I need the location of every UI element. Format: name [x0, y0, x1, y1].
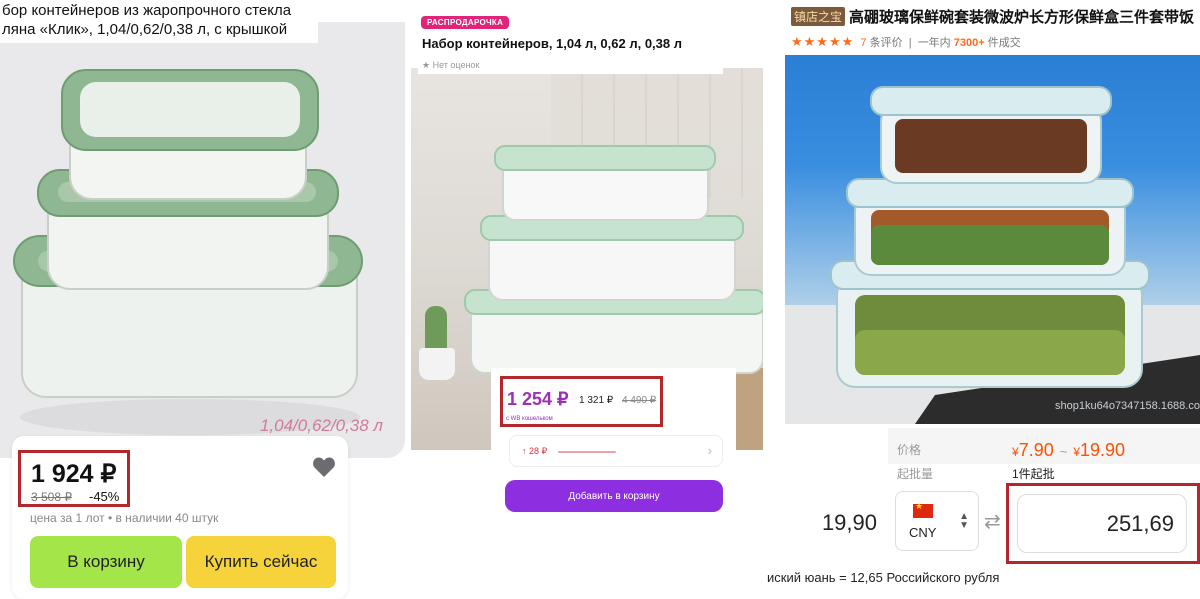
title-line: 镇店之宝 高硼玻璃保鲜碗套装微波炉长方形保鲜盒三件套带饭 [791, 6, 1200, 28]
old-price: 4 490 ₽ [622, 395, 657, 406]
price-range: ¥7.90 ~ ¥19.90 [1012, 440, 1125, 461]
price-high: 19.90 [1080, 440, 1126, 460]
price-card: 1 924 ₽ 3 508 ₽ -45% цена за 1 лот • в н… [12, 436, 348, 599]
sales-count: 7300+ [953, 37, 985, 49]
source-amount-input[interactable]: 19,90 [767, 493, 889, 553]
currency-symbol: ¥ [1073, 445, 1081, 459]
buy-now-button[interactable]: Купить сейчас [186, 536, 336, 588]
exchange-rate-text: иский юань = 12,65 Российского рубля [767, 570, 1000, 585]
product-panel-3: 镇店之宝 高硼玻璃保鲜碗套装微波炉长方形保鲜盒三件套带饭 ★★★★★ 7 条评价 … [767, 0, 1200, 599]
price-label: 价格 [897, 443, 922, 457]
moq-value: 1件起批 [1012, 467, 1055, 481]
product-photo[interactable] [785, 55, 1200, 424]
product-photo[interactable] [0, 22, 405, 458]
wallet-price: 1 254 ₽ [507, 389, 569, 409]
wallet-note: с WB кошельком [506, 416, 553, 422]
bonus-amount: ↑ 28 ₽ [522, 446, 548, 456]
price-separator: ~ [1059, 444, 1068, 459]
price-highlight-box: 1 254 ₽ 1 321 ₽ 4 490 ₽ с WB кошельком [500, 376, 663, 427]
rating-text: ★ Нет оценок [422, 60, 480, 70]
swap-arrows-icon[interactable]: ⇄ [984, 509, 1001, 534]
stats-line: ★★★★★ 7 条评价 | 一年内 7300+ 件成交 [791, 34, 1021, 49]
reviews-label: 条评价 [869, 37, 903, 49]
shop-badge: 镇店之宝 [791, 7, 846, 26]
heart-icon[interactable] [312, 456, 336, 478]
lot-info: цена за 1 лот • в наличии 40 штук [30, 511, 219, 525]
regular-price: 1 321 ₽ [579, 395, 614, 406]
sales-prefix: 一年内 [917, 37, 951, 49]
result-highlight-box: 251,69 [1006, 483, 1200, 564]
volume-caption: 1,04/0,62/0,38 л [259, 416, 383, 435]
price-highlight-box: 1 924 ₽ 3 508 ₽ -45% [18, 450, 130, 507]
currency-symbol: ¥ [1012, 445, 1019, 459]
sale-badge: РАСПРОДАРОЧКА [421, 16, 510, 29]
bonus-pill[interactable]: ↑ 28 ₽ › [509, 435, 723, 467]
product-title: 高硼玻璃保鲜碗套装微波炉长方形保鲜盒三件套带饭 [849, 8, 1195, 26]
product-panel-1: бор контейнеров из жаропрочного стекла л… [0, 0, 405, 599]
title-box: Набор контейнеров, 1,04 л, 0,62 л, 0,38 … [418, 30, 723, 74]
price-low: 7.90 [1018, 440, 1054, 460]
star-rating-icon: ★★★★★ [791, 34, 855, 49]
bonus-line [558, 451, 616, 453]
product-panel-2: РАСПРОДАРОЧКА Набор контейнеров, 1,04 л,… [411, 0, 763, 599]
currency-converter: 19,90 CNY ▲▼ ⇄ 251,69 [767, 483, 1200, 565]
add-to-cart-button[interactable]: В корзину [30, 536, 182, 588]
current-price: 1 924 ₽ [31, 460, 117, 488]
chevron-right-icon: › [707, 443, 712, 458]
add-to-cart-button[interactable]: Добавить в корзину [505, 480, 723, 512]
result-amount-field[interactable]: 251,69 [1017, 494, 1187, 553]
china-flag-icon [913, 501, 933, 518]
currency-code: CNY [909, 525, 937, 540]
sales-suffix: 件成交 [987, 37, 1021, 49]
moq-label: 起批量 [897, 467, 934, 481]
currency-select[interactable]: CNY ▲▼ [895, 491, 979, 551]
old-price: 3 508 ₽ [31, 490, 72, 504]
product-title: Набор контейнеров, 1,04 л, 0,62 л, 0,38 … [422, 36, 682, 51]
reviews-count[interactable]: 7 [860, 37, 866, 49]
watermark: shop1ku64o7347158.1688.com [1055, 400, 1200, 412]
up-down-arrows-icon: ▲ ▼ [959, 511, 969, 531]
price-card: 1 254 ₽ 1 321 ₽ 4 490 ₽ с WB кошельком ↑… [491, 368, 736, 518]
product-title: бор контейнеров из жаропрочного стекла л… [0, 0, 318, 43]
discount-badge: -45% [89, 489, 120, 504]
